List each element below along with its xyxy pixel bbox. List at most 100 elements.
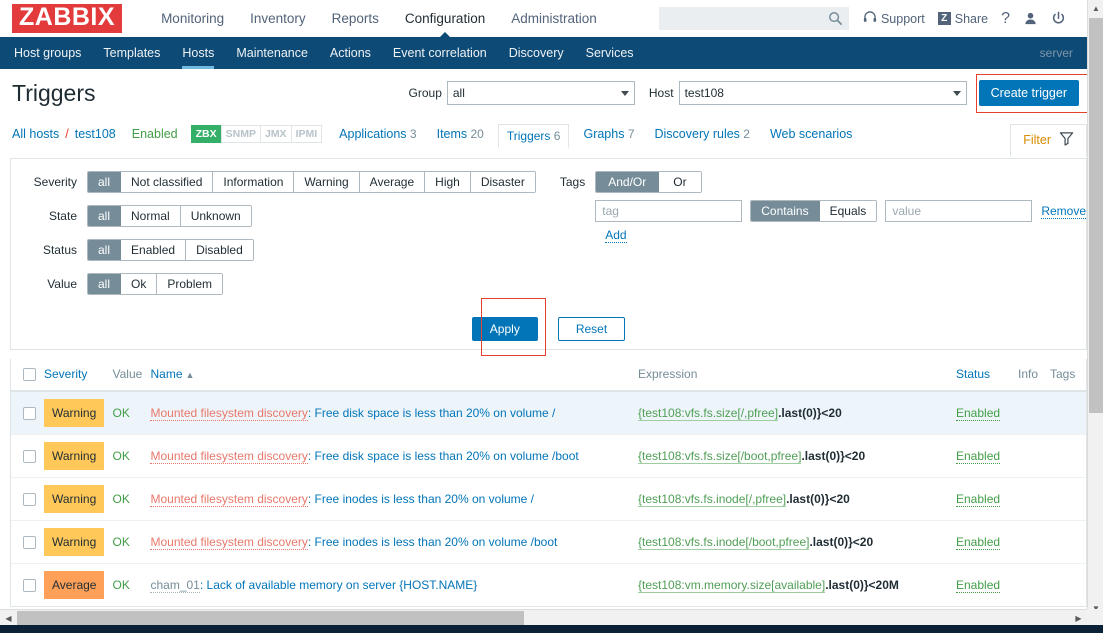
apply-button[interactable]: Apply <box>471 316 538 341</box>
support-link[interactable]: Support <box>863 10 925 27</box>
remove-tag-link[interactable]: Remove <box>1041 204 1086 219</box>
col-status[interactable]: Status <box>952 359 1014 393</box>
discovery-prototype-link[interactable]: Mounted filesystem discovery <box>150 535 308 551</box>
status-segmented-control[interactable]: all Enabled Disabled <box>87 239 254 261</box>
severity-option-high[interactable]: High <box>425 172 471 192</box>
link-discovery-rules[interactable]: Discovery rules 2 <box>655 127 750 141</box>
severity-option-all[interactable]: all <box>88 172 122 192</box>
search-icon[interactable] <box>828 11 843 26</box>
col-severity-link[interactable]: Severity <box>44 367 87 381</box>
nav-configuration[interactable]: Configuration <box>392 0 498 38</box>
horizontal-scrollbar[interactable]: ◀ ▶ <box>0 609 1087 625</box>
status-toggle-link[interactable]: Enabled <box>956 578 1001 594</box>
trigger-name-link[interactable]: : Free disk space is less than 20% on vo… <box>308 449 579 463</box>
severity-option-warning[interactable]: Warning <box>294 172 360 192</box>
expression-item-link[interactable]: {test108:vfs.fs.inode[/boot,pfree] <box>638 535 810 551</box>
row-checkbox[interactable] <box>23 493 36 507</box>
expression-item-link[interactable]: {test108:vfs.fs.inode[/,pfree] <box>638 492 787 508</box>
row-checkbox[interactable] <box>23 450 36 464</box>
expression-item-link[interactable]: {test108:vfs.fs.size[/,pfree] <box>638 406 779 422</box>
status-toggle-link[interactable]: Enabled <box>956 449 1001 465</box>
row-checkbox[interactable] <box>23 407 36 421</box>
host-link[interactable]: cham_01 <box>150 578 200 594</box>
link-applications[interactable]: Applications 3 <box>339 127 416 141</box>
table-row[interactable]: Average OK cham_01: Lack of available me… <box>11 563 1086 606</box>
tags-mode-and-or[interactable]: And/Or <box>596 172 660 192</box>
trigger-name-link[interactable]: : Free disk space is less than 20% on vo… <box>308 406 555 420</box>
scroll-right-arrow-icon[interactable]: ▶ <box>1070 610 1087 626</box>
value-option-all[interactable]: all <box>88 274 122 294</box>
group-select[interactable]: all <box>446 81 635 105</box>
vertical-scroll-thumb[interactable] <box>1089 18 1103 413</box>
col-status-link[interactable]: Status <box>956 367 990 381</box>
nav-inventory[interactable]: Inventory <box>237 0 319 37</box>
link-graphs-label[interactable]: Graphs <box>583 127 624 141</box>
filter-tab[interactable]: Filter <box>1010 123 1087 157</box>
state-segmented-control[interactable]: all Normal Unknown <box>87 205 252 227</box>
severity-option-average[interactable]: Average <box>359 172 426 192</box>
state-option-all[interactable]: all <box>88 206 122 226</box>
trigger-name-link[interactable]: : Free inodes is less than 20% on volume… <box>308 492 534 506</box>
tag-name-input[interactable] <box>595 200 743 222</box>
row-checkbox[interactable] <box>23 579 36 593</box>
status-option-disabled[interactable]: Disabled <box>186 240 253 260</box>
value-option-ok[interactable]: Ok <box>121 274 158 294</box>
subnav-templates[interactable]: Templates <box>92 37 171 69</box>
link-web-scenarios-label[interactable]: Web scenarios <box>770 127 852 141</box>
link-discovery-rules-label[interactable]: Discovery rules <box>655 127 740 141</box>
select-all-checkbox[interactable] <box>23 368 36 382</box>
link-graphs[interactable]: Graphs 7 <box>583 127 634 141</box>
subnav-services[interactable]: Services <box>575 37 645 69</box>
tag-value-input[interactable] <box>885 200 1033 222</box>
state-option-normal[interactable]: Normal <box>121 206 181 226</box>
subnav-maintenance[interactable]: Maintenance <box>225 37 319 69</box>
row-checkbox[interactable] <box>23 536 36 550</box>
link-web-scenarios[interactable]: Web scenarios <box>770 127 852 141</box>
value-segmented-control[interactable]: all Ok Problem <box>87 273 224 295</box>
nav-monitoring[interactable]: Monitoring <box>148 0 237 37</box>
discovery-prototype-link[interactable]: Mounted filesystem discovery <box>150 492 308 508</box>
severity-option-not-classified[interactable]: Not classified <box>121 172 214 192</box>
tags-mode-or[interactable]: Or <box>659 172 701 192</box>
zabbix-logo[interactable]: ZABBIX <box>12 4 123 33</box>
breadcrumb-all-hosts[interactable]: All hosts <box>12 127 59 141</box>
host-select[interactable]: test108 <box>678 81 967 105</box>
nav-administration[interactable]: Administration <box>498 0 610 37</box>
global-search[interactable] <box>658 7 849 30</box>
status-option-enabled[interactable]: Enabled <box>121 240 187 260</box>
discovery-prototype-link[interactable]: Mounted filesystem discovery <box>150 406 308 422</box>
severity-option-information[interactable]: Information <box>213 172 295 192</box>
tag-operator-equals[interactable]: Equals <box>819 201 877 221</box>
subnav-event-correlation[interactable]: Event correlation <box>382 37 498 69</box>
status-option-all[interactable]: all <box>88 240 122 260</box>
scroll-up-arrow-icon[interactable]: ▲ <box>1088 0 1103 17</box>
search-input[interactable] <box>659 8 848 29</box>
create-trigger-button[interactable]: Create trigger <box>978 80 1079 106</box>
help-icon[interactable]: ? <box>1001 10 1010 28</box>
reset-button[interactable]: Reset <box>557 316 626 341</box>
link-triggers-current[interactable]: Triggers 6 <box>497 124 570 148</box>
user-profile-icon[interactable] <box>1023 11 1038 26</box>
breadcrumb-host[interactable]: test108 <box>75 127 116 141</box>
col-severity[interactable]: Severity <box>40 359 109 393</box>
severity-segmented-control[interactable]: all Not classified Information Warning A… <box>87 171 536 193</box>
tag-operator-segmented-control[interactable]: Contains Equals <box>750 200 878 222</box>
value-option-problem[interactable]: Problem <box>157 274 223 294</box>
subnav-host-groups[interactable]: Host groups <box>3 37 92 69</box>
expression-item-link[interactable]: {test108:vm.memory.size[available] <box>638 578 826 594</box>
link-items-label[interactable]: Items <box>437 127 468 141</box>
status-toggle-link[interactable]: Enabled <box>956 406 1001 422</box>
horizontal-scroll-thumb[interactable] <box>17 611 524 625</box>
table-row[interactable]: Warning OK Mounted filesystem discovery:… <box>11 391 1086 436</box>
trigger-name-link[interactable]: : Free inodes is less than 20% on volume… <box>308 535 557 549</box>
scroll-left-arrow-icon[interactable]: ◀ <box>0 610 17 626</box>
table-row[interactable]: Warning OK Mounted filesystem discovery:… <box>11 477 1086 522</box>
col-name[interactable]: Name ▲ <box>146 359 634 393</box>
expression-item-link[interactable]: {test108:vfs.fs.size[/boot,pfree] <box>638 449 802 465</box>
subnav-actions[interactable]: Actions <box>319 37 382 69</box>
sign-out-icon[interactable] <box>1051 11 1066 26</box>
tags-mode-segmented-control[interactable]: And/Or Or <box>595 171 702 193</box>
col-name-link[interactable]: Name <box>150 367 182 381</box>
vertical-scrollbar[interactable]: ▲ ▼ <box>1087 0 1103 617</box>
tag-operator-contains[interactable]: Contains <box>751 201 820 221</box>
